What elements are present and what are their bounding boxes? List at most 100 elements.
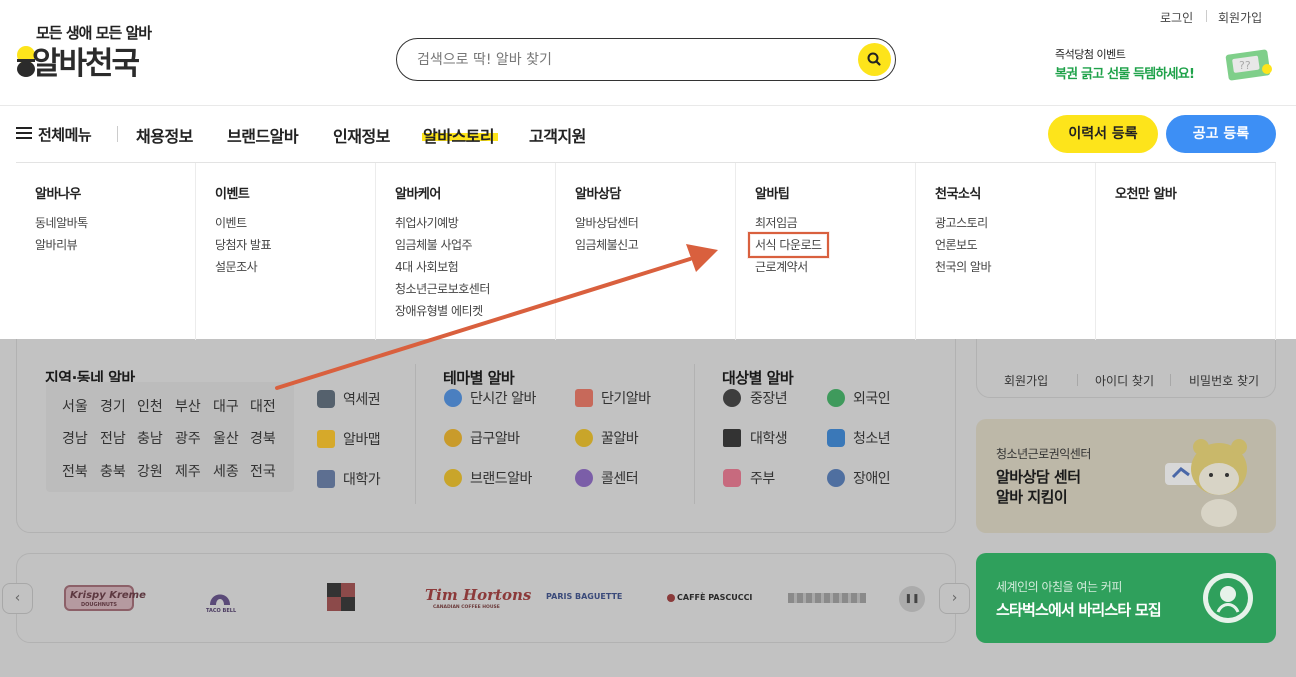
brand-logo-square[interactable]: [327, 583, 355, 611]
region-gyeongnam[interactable]: 경남: [62, 428, 88, 448]
krispy-kreme-logo-text: Krispy Kreme: [70, 590, 146, 601]
brand-tim-hortons[interactable]: Tim Hortons CANADIAN COFFEE HOUSE: [425, 586, 531, 614]
globe-icon: [827, 389, 845, 407]
mega-col-alba-tip: 알바팁 최저임금 서식 다운로드 근로계약서: [736, 163, 916, 340]
mega-item[interactable]: 임금체불 사업주: [395, 234, 555, 256]
signup-link[interactable]: 회원가입: [1218, 9, 1262, 26]
mega-item[interactable]: 취업사기예방: [395, 212, 555, 234]
region-chungbuk[interactable]: 충북: [100, 461, 126, 481]
region-sejong[interactable]: 세종: [213, 461, 239, 481]
nav-talent[interactable]: 인재정보: [333, 123, 390, 147]
lottery-ticket-icon: ??: [1225, 49, 1272, 81]
counsel-center-banner[interactable]: 청소년근로권익센터 알바상담 센터 알바 지킴이: [976, 419, 1276, 533]
link-station-area[interactable]: 역세권: [343, 389, 381, 409]
brand-unknown-logo[interactable]: [788, 593, 866, 603]
site-logo[interactable]: 모든 생애 모든 알바 알바천국: [16, 22, 176, 84]
target-college[interactable]: 대학생: [750, 428, 788, 448]
mega-item[interactable]: 4대 사회보험: [395, 256, 555, 278]
job-post-button[interactable]: 공고 등록: [1166, 115, 1276, 153]
mega-item[interactable]: 근로계약서: [755, 256, 915, 278]
promo-line2: 복권 긁고 선물 득템하세요!: [1055, 67, 1195, 82]
target-teen[interactable]: 청소년: [853, 428, 891, 448]
carousel-next-button[interactable]: ›: [939, 583, 970, 614]
link-alba-map[interactable]: 알바맵: [343, 429, 381, 449]
search-input[interactable]: [417, 49, 837, 71]
find-password-link[interactable]: 비밀번호 찾기: [1189, 372, 1259, 389]
mega-col-title: 이벤트: [215, 187, 250, 202]
mega-col-counsel: 알바상담 알바상담센터 임금체불신고: [556, 163, 736, 340]
tim-hortons-sublabel: CANADIAN COFFEE HOUSE: [433, 605, 500, 610]
carousel-prev-button[interactable]: ‹: [2, 583, 33, 614]
region-incheon[interactable]: 인천: [137, 396, 163, 416]
brand-taco-bell[interactable]: TACO BELL: [204, 583, 236, 615]
mega-item[interactable]: 당첨자 발표: [215, 234, 375, 256]
theme-short-time[interactable]: 단시간 알바: [470, 388, 536, 408]
brand-krispy-kreme[interactable]: Krispy Kreme DOUGHNUTS: [64, 585, 146, 611]
region-seoul[interactable]: 서울: [62, 396, 88, 416]
brand-paris-baguette[interactable]: PARIS BAGUETTE: [546, 592, 622, 601]
mega-item[interactable]: 광고스토리: [935, 212, 1095, 234]
nav-support[interactable]: 고객지원: [529, 123, 586, 147]
nav-jobs[interactable]: 채용정보: [136, 123, 193, 147]
mega-col-event: 이벤트 이벤트 당첨자 발표 설문조사: [196, 163, 376, 340]
mega-item[interactable]: 장애유형별 에티켓: [395, 300, 555, 322]
theme-honey-jobs[interactable]: 꿀알바: [601, 428, 639, 448]
calendar-icon: [575, 389, 593, 407]
starbucks-banner[interactable]: 세계인의 아침을 여는 커피 스타벅스에서 바리스타 모집: [976, 553, 1276, 643]
mega-item[interactable]: 동네알바톡: [35, 212, 195, 234]
region-jeju[interactable]: 제주: [175, 461, 201, 481]
mega-item[interactable]: 최저임금: [755, 212, 915, 234]
login-link[interactable]: 로그인: [1160, 9, 1193, 26]
target-disabled[interactable]: 장애인: [853, 468, 891, 488]
mega-item[interactable]: 천국의 알바: [935, 256, 1095, 278]
account-divider: [1077, 374, 1078, 386]
nav-alba-story[interactable]: 알바스토리: [423, 123, 495, 147]
form-download-link[interactable]: 서식 다운로드: [748, 232, 831, 258]
logo-wordmark: 알바천국: [32, 46, 140, 82]
theme-short-term[interactable]: 단기알바: [601, 388, 651, 408]
region-busan[interactable]: 부산: [175, 396, 201, 416]
target-foreigner[interactable]: 외국인: [853, 388, 891, 408]
theme-call-center[interactable]: 콜센터: [601, 468, 639, 488]
target-homemaker[interactable]: 주부: [750, 468, 775, 488]
all-menu-button[interactable]: 전체메뉴: [16, 124, 106, 144]
mega-item[interactable]: 임금체불신고: [575, 234, 735, 256]
theme-brand[interactable]: 브랜드알바: [470, 468, 532, 488]
clock-icon: [444, 389, 462, 407]
taco-bell-label: TACO BELL: [206, 608, 237, 614]
theme-urgent[interactable]: 급구알바: [470, 428, 520, 448]
resume-register-button[interactable]: 이력서 등록: [1048, 115, 1158, 153]
region-daegu[interactable]: 대구: [213, 396, 239, 416]
mega-item[interactable]: 알바리뷰: [35, 234, 195, 256]
mega-item[interactable]: 청소년근로보호센터: [395, 278, 555, 300]
brand-pascucci[interactable]: CAFFÈ PASCUCCI: [667, 592, 752, 604]
region-gwangju[interactable]: 광주: [175, 428, 201, 448]
carousel-pause-button[interactable]: ❚❚: [899, 586, 925, 612]
region-ulsan[interactable]: 울산: [213, 428, 239, 448]
link-college-area[interactable]: 대학가: [343, 469, 381, 489]
backpack-icon: [827, 429, 845, 447]
region-nationwide[interactable]: 전국: [250, 461, 276, 481]
account-signup-link[interactable]: 회원가입: [1004, 372, 1048, 389]
mega-col-alba-now: 알바나우 동네알바톡 알바리뷰: [16, 163, 196, 340]
wheelchair-icon: [827, 469, 845, 487]
region-gangwon[interactable]: 강원: [137, 461, 163, 481]
starbucks-line2: 스타벅스에서 바리스타 모집: [996, 601, 1162, 619]
region-gyeonggi[interactable]: 경기: [100, 396, 126, 416]
promo-banner[interactable]: 즉석당첨 이벤트 복권 긁고 선물 득템하세요! ??: [1055, 45, 1280, 85]
mega-item[interactable]: 알바상담센터: [575, 212, 735, 234]
region-jeonnam[interactable]: 전남: [100, 428, 126, 448]
search-button[interactable]: [858, 43, 891, 76]
find-id-link[interactable]: 아이디 찾기: [1095, 372, 1154, 389]
pascucci-logo-text: CAFFÈ PASCUCCI: [677, 593, 753, 602]
mega-item[interactable]: 언론보도: [935, 234, 1095, 256]
region-daejeon[interactable]: 대전: [250, 396, 276, 416]
region-jeonbuk[interactable]: 전북: [62, 461, 88, 481]
mega-item[interactable]: 이벤트: [215, 212, 375, 234]
nav-brand-jobs[interactable]: 브랜드알바: [227, 123, 299, 147]
mega-item[interactable]: 설문조사: [215, 256, 375, 278]
target-middle-aged[interactable]: 중장년: [750, 388, 788, 408]
region-gyeongbuk[interactable]: 경북: [250, 428, 276, 448]
theme-section-title: 테마별 알바: [443, 369, 515, 387]
region-chungnam[interactable]: 충남: [137, 428, 163, 448]
